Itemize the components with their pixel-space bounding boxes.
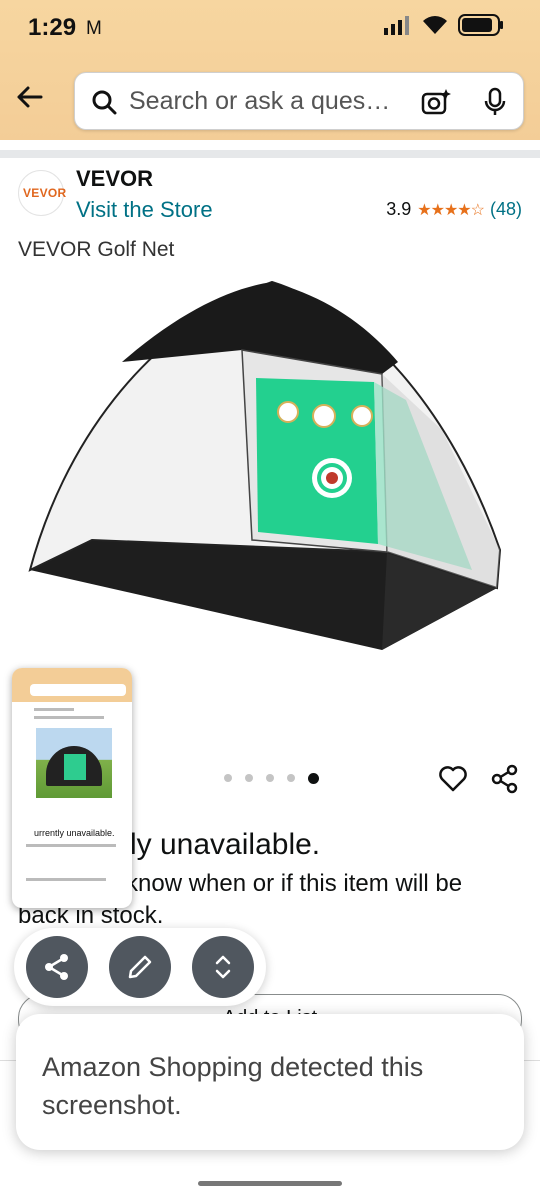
star-rating-icon: ★★★★☆	[417, 201, 485, 219]
thumbnail-line	[34, 716, 104, 719]
brand-logo[interactable]: VEVOR	[18, 170, 67, 216]
thumbnail-product-image	[36, 728, 112, 798]
product-image[interactable]	[22, 270, 522, 670]
brand-logo-text: VEVOR	[23, 186, 67, 200]
gmail-icon: M	[86, 18, 102, 39]
status-icons	[384, 14, 504, 36]
thumbnail-line	[26, 844, 116, 847]
edit-screenshot-button[interactable]	[109, 936, 171, 998]
header-divider	[0, 150, 540, 158]
heart-icon[interactable]	[438, 764, 468, 794]
screenshot-detected-toast[interactable]: Amazon Shopping detected this screenshot…	[16, 1014, 524, 1150]
screenshot-actions-bar	[14, 928, 266, 1006]
thumbnail-target	[64, 754, 86, 780]
carousel-dot-active[interactable]	[308, 773, 319, 784]
pencil-icon	[128, 955, 152, 979]
thumbnail-text: urrently unavailable.	[34, 828, 115, 838]
brand-name: VEVOR	[76, 166, 154, 191]
camera-search-icon[interactable]	[421, 87, 451, 117]
thumbnail-line	[34, 708, 74, 711]
expand-screenshot-button[interactable]	[192, 936, 254, 998]
image-carousel-dots[interactable]	[224, 773, 319, 784]
rating-count[interactable]: (48)	[490, 199, 522, 220]
share-screenshot-button[interactable]	[26, 936, 88, 998]
app-header: 1:29 M Search or ask a ques…	[0, 0, 540, 140]
share-icon	[45, 954, 68, 980]
rating-value: 3.9	[386, 199, 412, 219]
wifi-icon	[423, 16, 447, 34]
search-bar[interactable]: Search or ask a ques…	[74, 72, 524, 130]
rating-summary[interactable]: 3.9 ★★★★☆ (48)	[386, 199, 522, 220]
screenshot-thumbnail[interactable]: urrently unavailable.	[12, 668, 132, 908]
back-arrow-icon[interactable]	[14, 82, 44, 112]
signal-icon	[384, 16, 409, 35]
thumbnail-search	[30, 684, 126, 696]
search-input[interactable]: Search or ask a ques…	[129, 87, 390, 116]
product-title: VEVOR Golf Net	[18, 238, 175, 261]
carousel-dot[interactable]	[224, 774, 232, 782]
toast-message: Amazon Shopping detected this screenshot…	[42, 1052, 424, 1120]
status-time: 1:29	[28, 14, 77, 41]
thumbnail-line	[26, 878, 106, 881]
battery-icon	[458, 14, 503, 36]
home-indicator[interactable]	[198, 1181, 342, 1186]
microphone-icon[interactable]	[483, 87, 507, 117]
carousel-dot[interactable]	[245, 774, 253, 782]
share-icon[interactable]	[490, 764, 520, 794]
availability-title: ly unavailable.	[130, 828, 321, 861]
expand-icon	[215, 955, 231, 979]
carousel-dot[interactable]	[266, 774, 274, 782]
search-icon	[92, 90, 117, 115]
carousel-dot[interactable]	[287, 774, 295, 782]
visit-store-link[interactable]: Visit the Store	[76, 197, 213, 223]
